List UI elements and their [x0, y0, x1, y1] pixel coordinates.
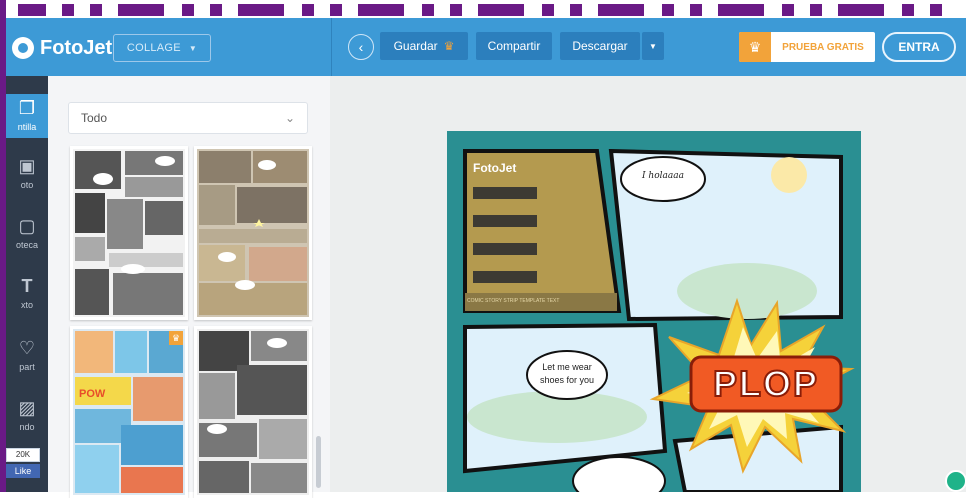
share-button-label: Compartir [487, 39, 541, 53]
sidebar-item-photo[interactable]: ▣ oto [6, 156, 48, 190]
border-dash [238, 4, 284, 16]
top-toolbar: FotoJet COLLAGE ▼ ‹ Guardar ♛ Compartir … [6, 18, 966, 76]
free-trial-button[interactable]: ♛ PRUEBA GRATIS [739, 32, 875, 62]
library-icon: ▢ [18, 216, 36, 236]
like-count: 20K [6, 448, 40, 462]
brand-name: FotoJet [40, 36, 113, 59]
share-button[interactable]: Compartir [476, 32, 552, 60]
border-dash [450, 4, 462, 16]
svg-text:POW: POW [79, 388, 106, 400]
fotojet-logo-icon [12, 37, 34, 59]
border-dash [18, 4, 46, 16]
panel-scrollbar[interactable] [316, 436, 321, 488]
border-dash [598, 4, 644, 16]
help-chat-icon[interactable] [945, 470, 966, 492]
border-dash [662, 4, 674, 16]
comic-color-2-preview: POW [73, 329, 185, 495]
sidebar-item-label: oto [20, 180, 34, 190]
speech-bubble-text[interactable]: Let me wear shoes for you [539, 361, 595, 387]
template-thumbnail[interactable] [194, 326, 312, 498]
border-dash [542, 4, 554, 16]
tool-sidebar: ❐ ntilla ▣ oto ▢ oteca T xto ♡ part ▨ nd… [6, 76, 48, 492]
toolbar-divider [331, 18, 332, 76]
brand-logo[interactable]: FotoJet [12, 34, 112, 62]
border-dash [782, 4, 794, 16]
crown-icon: ♛ [171, 332, 181, 343]
crown-icon: ♛ [443, 39, 455, 53]
chevron-down-icon: ⌄ [284, 111, 295, 125]
background-icon: ▨ [18, 398, 36, 418]
save-button[interactable]: Guardar ♛ [380, 32, 468, 60]
template-thumbnail[interactable] [70, 146, 188, 320]
border-dash [930, 4, 942, 16]
back-button[interactable]: ‹ [348, 34, 374, 60]
sidebar-item-library[interactable]: ▢ oteca [6, 216, 48, 250]
comic-bw-2-preview [197, 329, 309, 495]
template-panel: Todo ⌄ POW ♛ [48, 76, 330, 498]
border-dash [902, 4, 914, 16]
comic-bw-1-preview [73, 149, 185, 317]
login-label: ENTRA [898, 40, 940, 54]
free-trial-label: PRUEBA GRATIS [782, 41, 864, 53]
border-dash [118, 4, 164, 16]
download-button[interactable]: Descargar [560, 32, 640, 60]
photo-icon: ▣ [18, 156, 36, 176]
border-dash [358, 4, 404, 16]
speech-bubble-text[interactable]: I holaaaa [631, 171, 695, 181]
login-button[interactable]: ENTRA [882, 32, 956, 62]
caret-down-icon: ▼ [649, 41, 657, 51]
pro-crown-badge: ♛ [169, 331, 183, 345]
screen-top-border [0, 0, 966, 18]
border-dash [838, 4, 884, 16]
border-dash [302, 4, 314, 16]
comic-burst-text[interactable]: PLOP [697, 362, 835, 405]
caret-down-icon: ▼ [188, 43, 198, 53]
download-button-label: Descargar [572, 39, 628, 53]
poster-artwork [463, 148, 855, 492]
template-filter-value: Todo [81, 111, 108, 125]
facebook-like-widget[interactable]: 20K Like [6, 448, 40, 488]
sidebar-item-label: ndo [19, 422, 35, 432]
border-dash [690, 4, 702, 16]
save-button-label: Guardar [393, 39, 438, 53]
mode-selector-label: COLLAGE [126, 42, 181, 54]
border-dash [422, 4, 434, 16]
border-dash [810, 4, 822, 16]
sidebar-item-label: ntilla [17, 122, 37, 132]
template-thumbnail[interactable]: POW ♛ [70, 326, 188, 498]
poster-brand-logo: FotoJet [473, 161, 517, 175]
border-dash [182, 4, 194, 16]
border-dash [718, 4, 764, 16]
border-dash [210, 4, 222, 16]
template-icon: ❐ [18, 98, 36, 118]
border-dash [62, 4, 74, 16]
stripe-caption: COMIC STORY STRIP TEMPLATE TEXT [467, 298, 560, 304]
border-dash [90, 4, 102, 16]
mode-selector[interactable]: COLLAGE ▼ [113, 34, 211, 62]
text-icon: T [21, 276, 33, 296]
border-dash [478, 4, 524, 16]
sidebar-item-text[interactable]: T xto [6, 276, 48, 310]
border-dash [330, 4, 342, 16]
facebook-like-button[interactable]: Like [6, 464, 40, 478]
chevron-left-icon: ‹ [358, 39, 364, 55]
sidebar-item-background[interactable]: ▨ ndo [6, 398, 48, 432]
template-thumbnail[interactable] [194, 146, 312, 320]
editor-canvas: FotoJet I holaaaa Let me wear shoes for … [330, 76, 966, 492]
border-dash [570, 4, 582, 16]
crown-icon: ♛ [739, 32, 771, 62]
sidebar-item-label: oteca [15, 240, 39, 250]
template-filter-select[interactable]: Todo ⌄ [68, 102, 308, 134]
collage-poster[interactable]: FotoJet I holaaaa Let me wear shoes for … [447, 131, 861, 492]
comic-color-1-preview [197, 149, 309, 317]
sidebar-item-label: xto [20, 300, 33, 310]
sidebar-item-clipart[interactable]: ♡ part [6, 338, 48, 372]
download-options-button[interactable]: ▼ [642, 32, 664, 60]
clipart-icon: ♡ [18, 338, 36, 358]
sidebar-item-label: part [19, 362, 35, 372]
sidebar-item-template[interactable]: ❐ ntilla [6, 94, 48, 138]
